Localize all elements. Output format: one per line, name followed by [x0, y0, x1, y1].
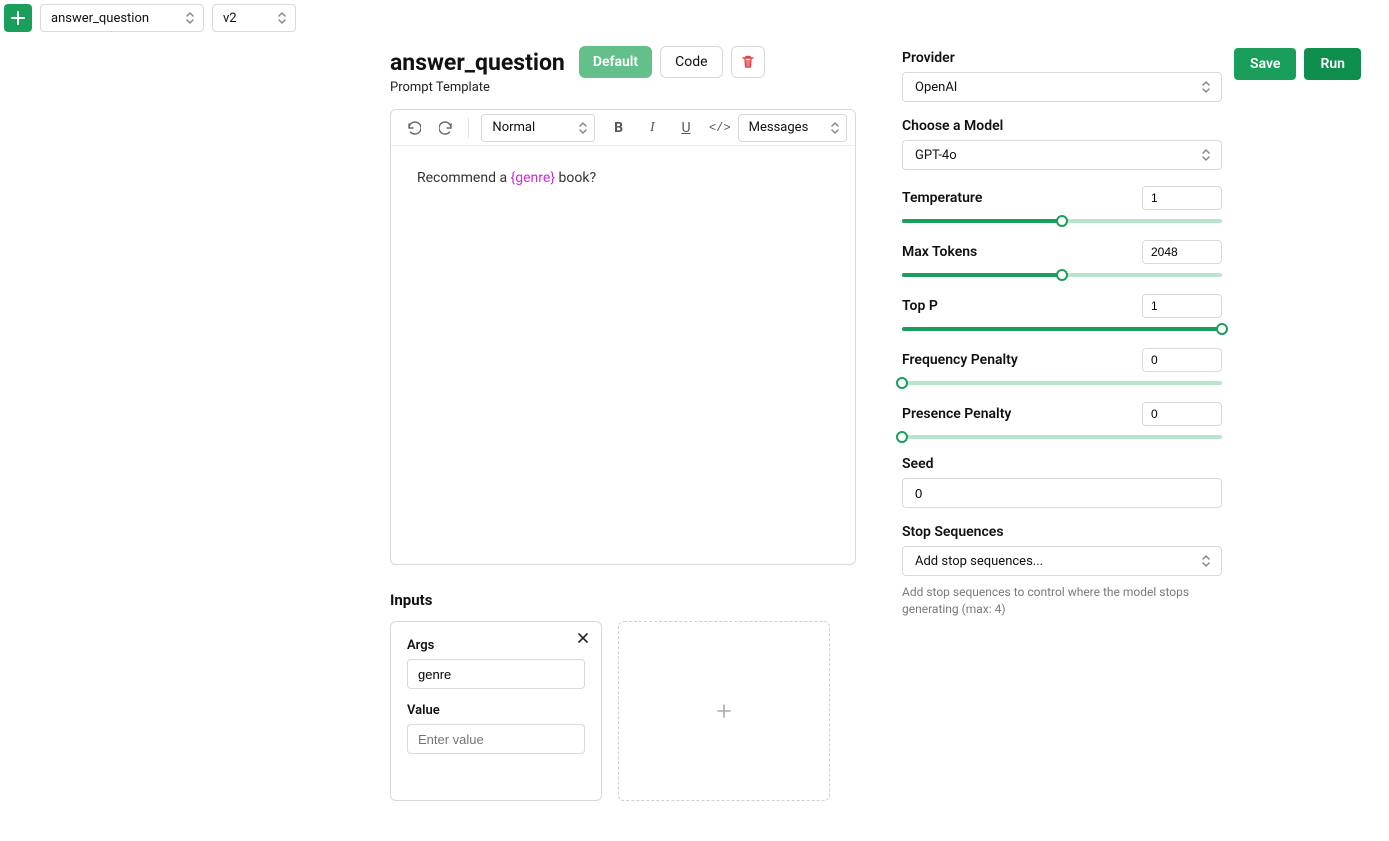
- template-select-value: answer_question: [51, 11, 149, 26]
- model-label: Choose a Model: [902, 118, 1222, 134]
- undo-icon: [405, 120, 421, 136]
- top-p-input[interactable]: [1142, 294, 1222, 318]
- top-p-slider[interactable]: [902, 322, 1222, 336]
- delete-button[interactable]: [731, 46, 765, 78]
- chevron-updown-icon: [830, 121, 840, 135]
- plus-icon: [715, 702, 733, 720]
- template-select[interactable]: answer_question: [40, 4, 204, 32]
- trash-icon: [740, 54, 756, 70]
- save-button[interactable]: Save: [1234, 48, 1296, 80]
- version-select[interactable]: v2: [212, 4, 296, 32]
- chevron-updown-icon: [185, 11, 195, 25]
- close-icon: [577, 632, 589, 644]
- new-template-button[interactable]: [4, 4, 32, 32]
- italic-button[interactable]: I: [636, 114, 668, 142]
- paragraph-style-value: Normal: [492, 120, 535, 135]
- presence-penalty-input[interactable]: [1142, 402, 1222, 426]
- stop-sequences-select[interactable]: Add stop sequences...: [902, 546, 1222, 576]
- prompt-template-label: Prompt Template: [390, 80, 856, 95]
- redo-icon: [439, 120, 455, 136]
- bold-icon: B: [614, 120, 623, 136]
- model-select[interactable]: GPT-4o: [902, 140, 1222, 170]
- editor-toolbar: Normal B I U </> Messages: [391, 110, 855, 146]
- stop-sequences-label: Stop Sequences: [902, 524, 1222, 540]
- underline-icon: U: [682, 120, 691, 136]
- chevron-updown-icon: [277, 11, 287, 25]
- args-label: Args: [407, 638, 585, 653]
- input-card: Args Value: [390, 621, 602, 801]
- frequency-penalty-label: Frequency Penalty: [902, 352, 1018, 368]
- chevron-updown-icon: [1201, 80, 1211, 94]
- chevron-updown-icon: [578, 121, 588, 135]
- italic-icon: I: [650, 120, 655, 136]
- messages-select-value: Messages: [749, 120, 809, 135]
- plus-icon: [10, 10, 26, 26]
- seed-label: Seed: [902, 456, 1222, 472]
- bold-button[interactable]: B: [603, 114, 635, 142]
- max-tokens-slider[interactable]: [902, 268, 1222, 282]
- messages-select[interactable]: Messages: [738, 114, 847, 142]
- provider-value: OpenAI: [915, 80, 957, 95]
- underline-button[interactable]: U: [670, 114, 702, 142]
- undo-button[interactable]: [397, 114, 429, 142]
- version-select-value: v2: [223, 11, 237, 26]
- page-title: answer_question: [390, 49, 565, 76]
- code-button[interactable]: Code: [660, 46, 722, 78]
- code-format-button[interactable]: </>: [704, 114, 736, 142]
- max-tokens-input[interactable]: [1142, 240, 1222, 264]
- prompt-editor[interactable]: Recommend a {genre} book?: [391, 146, 855, 564]
- paragraph-style-select[interactable]: Normal: [481, 114, 594, 142]
- chevron-updown-icon: [1201, 148, 1211, 162]
- top-p-label: Top P: [902, 298, 938, 314]
- template-variable: {genre}: [511, 170, 556, 186]
- stop-sequences-placeholder: Add stop sequences...: [915, 554, 1043, 569]
- value-input[interactable]: [407, 724, 585, 754]
- stop-sequences-hint: Add stop sequences to control where the …: [902, 584, 1222, 618]
- remove-input-button[interactable]: [577, 632, 589, 644]
- temperature-label: Temperature: [902, 190, 982, 206]
- add-input-button[interactable]: [618, 621, 830, 801]
- provider-label: Provider: [902, 50, 1222, 66]
- redo-button[interactable]: [431, 114, 463, 142]
- chevron-updown-icon: [1201, 554, 1211, 568]
- code-icon: </>: [709, 121, 731, 135]
- presence-penalty-label: Presence Penalty: [902, 406, 1011, 422]
- max-tokens-label: Max Tokens: [902, 244, 977, 260]
- provider-select[interactable]: OpenAI: [902, 72, 1222, 102]
- value-label: Value: [407, 703, 585, 718]
- default-button[interactable]: Default: [579, 46, 652, 78]
- model-value: GPT-4o: [915, 148, 957, 163]
- presence-penalty-slider[interactable]: [902, 430, 1222, 444]
- temperature-input[interactable]: [1142, 186, 1222, 210]
- inputs-section-label: Inputs: [390, 591, 856, 609]
- seed-input[interactable]: [902, 478, 1222, 508]
- frequency-penalty-input[interactable]: [1142, 348, 1222, 372]
- temperature-slider[interactable]: [902, 214, 1222, 228]
- args-input[interactable]: [407, 659, 585, 689]
- run-button[interactable]: Run: [1304, 48, 1361, 80]
- editor-text: Recommend a {genre} book?: [417, 170, 596, 186]
- frequency-penalty-slider[interactable]: [902, 376, 1222, 390]
